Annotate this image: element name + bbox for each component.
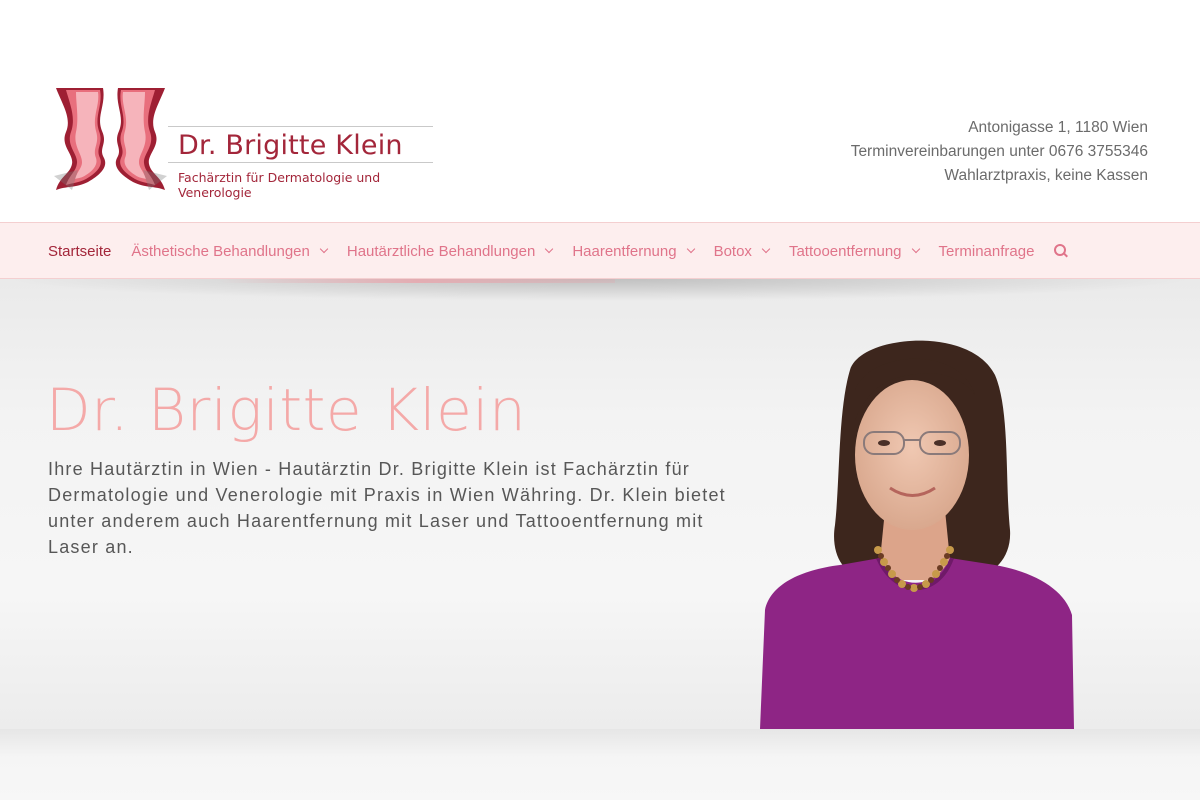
nav-item-hautaerztliche-behandlungen[interactable]: Hautärztliche Behandlungen xyxy=(346,242,554,260)
nav-item-label: Terminanfrage xyxy=(938,242,1035,260)
hero-title: Dr. Brigitte Klein xyxy=(46,376,527,444)
contact-info: Antonigasse 1, 1180 Wien Terminvereinbar… xyxy=(851,116,1148,188)
logo-divider-top xyxy=(168,126,433,127)
chevron-down-icon xyxy=(686,244,695,254)
nav-item-haarentfernung[interactable]: Haarentfernung xyxy=(572,242,695,260)
nav-item-terminanfrage[interactable]: Terminanfrage xyxy=(939,243,1035,260)
logo-subtitle: Fachärztin für Dermatologie und Venerolo… xyxy=(178,170,381,200)
contact-note: Wahlarztpraxis, keine Kassen xyxy=(944,167,1148,184)
nav-item-startseite[interactable]: Startseite xyxy=(48,243,111,260)
nav-item-aesthetische-behandlungen[interactable]: Ästhetische Behandlungen xyxy=(131,242,329,260)
nav-item-label: Hautärztliche Behandlungen xyxy=(346,242,536,260)
main-navigation: Startseite Ästhetische Behandlungen Haut… xyxy=(0,222,1200,279)
hero-description: Ihre Hautärztin in Wien - Hautärztin Dr.… xyxy=(48,459,726,557)
chevron-down-icon xyxy=(761,244,771,254)
site-header: Dr. Brigitte Klein Fachärztin für Dermat… xyxy=(0,0,1200,222)
nav-item-label: Ästhetische Behandlungen xyxy=(131,242,310,260)
hero-bottom-band xyxy=(0,729,1200,800)
logo-name: Dr. Brigitte Klein xyxy=(178,130,403,161)
nav-item-label: Botox xyxy=(713,242,752,260)
nav-item-botox[interactable]: Botox xyxy=(713,242,771,260)
doctor-portrait-image xyxy=(760,340,1074,729)
chevron-down-icon xyxy=(545,244,554,254)
logo-divider-bottom xyxy=(168,162,433,163)
chevron-down-icon xyxy=(911,244,920,254)
search-icon[interactable] xyxy=(1054,244,1068,258)
nav-item-label: Startseite xyxy=(48,242,112,260)
contact-address: Antonigasse 1, 1180 Wien xyxy=(968,119,1148,136)
nav-item-label: Haarentfernung xyxy=(572,242,677,260)
butterfly-faces-logo-icon xyxy=(54,88,167,190)
nav-accent-line xyxy=(220,279,615,283)
site-logo[interactable]: Dr. Brigitte Klein Fachärztin für Dermat… xyxy=(48,86,438,200)
nav-item-tattooentfernung[interactable]: Tattooentfernung xyxy=(788,242,920,260)
contact-phone: Terminvereinbarungen unter 0676 3755346 xyxy=(850,143,1148,160)
chevron-down-icon xyxy=(319,244,329,254)
nav-item-label: Tattooentfernung xyxy=(788,242,902,260)
